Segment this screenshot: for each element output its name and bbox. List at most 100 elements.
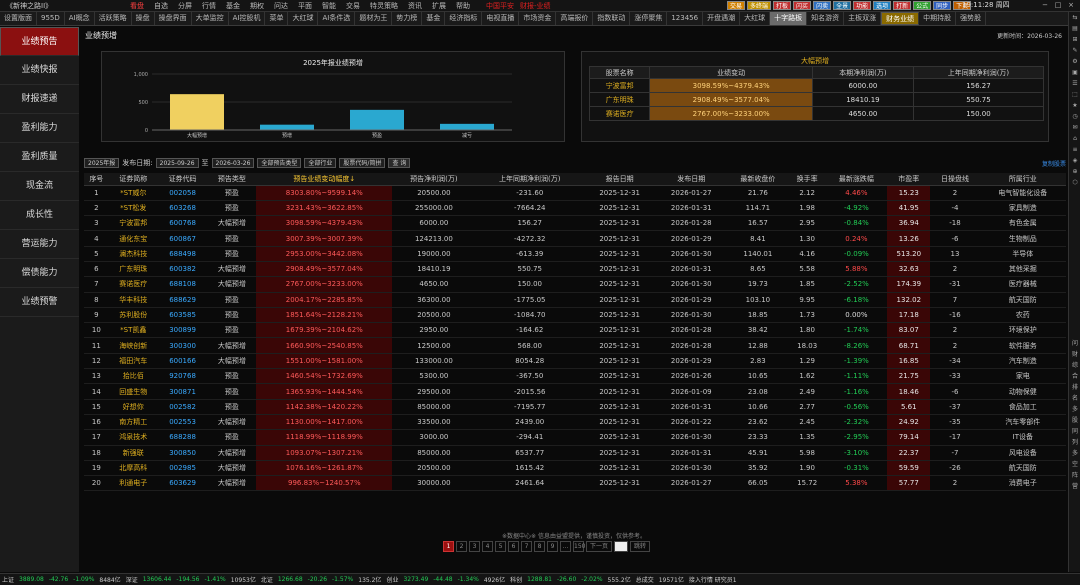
toolbar-icon[interactable]: ☰	[1069, 78, 1080, 89]
bar-预增[interactable]	[260, 124, 314, 130]
table-cell[interactable]: 鸿泉技术	[108, 429, 158, 446]
maximize-icon[interactable]: □	[1053, 1, 1063, 10]
column-header[interactable]: 最新涨跌幅	[825, 173, 888, 186]
table-row[interactable]: 广东明珠 2908.49%~3577.04% 18410.19 550.75	[588, 92, 1045, 107]
tab-item[interactable]: AI概念	[65, 12, 95, 25]
table-cell[interactable]: 好想你	[108, 399, 158, 415]
table-cell[interactable]: 华丰科技	[108, 292, 158, 308]
notice-text[interactable]: 中国平安	[486, 1, 514, 11]
period-select[interactable]: 2025年报	[84, 158, 120, 168]
sidebar-vertical-char[interactable]: 营	[1069, 481, 1080, 492]
table-cell[interactable]: *ST松发	[108, 200, 158, 217]
table-row[interactable]: 14 回盛生物 300871 预盈 1365.93%~1444.54% 29500.00-…	[84, 383, 1066, 400]
bar-预盈[interactable]	[350, 109, 404, 130]
column-header[interactable]: 上年同期净利润(万)	[912, 66, 1045, 79]
table-cell[interactable]: 688108	[157, 276, 208, 293]
sidebar-vertical-char[interactable]: 阵	[1069, 470, 1080, 481]
sidebar-vertical-char[interactable]: 股	[1069, 415, 1080, 426]
toolbar-icon[interactable]: ⬚	[1069, 89, 1080, 100]
table-row[interactable]: 4 通化东宝 600867 预盈 3007.39%~3007.39% 124213.00-…	[84, 230, 1066, 247]
toolbar-icon[interactable]: ▤	[1069, 23, 1080, 34]
sidebar-vertical-char[interactable]: 空	[1069, 459, 1080, 470]
sidebar-item[interactable]: 偿债能力	[0, 259, 79, 288]
column-header[interactable]: 业绩变动	[649, 66, 813, 79]
next-page-button[interactable]: 下一页	[586, 541, 613, 552]
tab-item[interactable]: 设置版面	[0, 12, 37, 25]
toolbar-tag[interactable]: 打板	[773, 1, 792, 10]
toolbar-icon[interactable]: ≡	[1069, 144, 1080, 155]
table-cell[interactable]: 宁波富邦	[108, 215, 158, 232]
table-cell[interactable]: 北摩高科	[108, 460, 158, 477]
toolbar-icon[interactable]: ⊞	[1069, 34, 1080, 45]
table-row[interactable]: 16 南方精工 002553 大幅预增 1130.00%~1417.00% 33500.0…	[84, 414, 1066, 431]
table-cell[interactable]: 688498	[157, 246, 208, 262]
sidebar-vertical-char[interactable]: 多	[1069, 404, 1080, 415]
type-select[interactable]: 全部预告类型	[257, 158, 302, 168]
toolbar-tag[interactable]: 同步	[933, 1, 952, 10]
toolbar-tag[interactable]: 公式	[913, 1, 932, 10]
sidebar-vertical-char[interactable]: 多	[1069, 448, 1080, 459]
table-row[interactable]: 8 华丰科技 688629 预盈 2004.17%~2285.85% 36300.00 -1…	[84, 292, 1066, 308]
table-row[interactable]: 6 广东明珠 600382 大幅预增 2908.49%~3577.04% 18410.19…	[84, 261, 1066, 278]
tab-item[interactable]: 主板双涨	[844, 12, 882, 25]
toolbar-icon[interactable]: ⚙	[1069, 56, 1080, 67]
tab-item[interactable]: 经济指标	[445, 12, 483, 25]
toolbar-icon[interactable]: ◈	[1069, 155, 1080, 166]
toolbar-icon[interactable]: ⬡	[1069, 177, 1080, 188]
column-header[interactable]: 证券代码	[157, 173, 208, 186]
menu-item[interactable]: 帮助	[456, 1, 470, 11]
tab-item[interactable]: 中期持股	[919, 12, 957, 25]
toolbar-tag[interactable]: 打新	[893, 1, 912, 10]
table-row[interactable]: 12 福田汽车 600166 大幅预增 1551.00%~1581.00% 133000.…	[84, 353, 1066, 370]
tab-item[interactable]: 涨停聚焦	[630, 12, 668, 25]
page-button[interactable]: 4	[482, 541, 493, 552]
toolbar-tag[interactable]: 多终端	[747, 1, 772, 10]
tab-item[interactable]: 电视直播	[482, 12, 520, 25]
table-row[interactable]: 3 宁波富邦 600768 大幅预增 3098.59%~4379.43% 6000.00 1…	[84, 215, 1066, 232]
table-cell[interactable]: *ST威尔	[108, 185, 158, 201]
table-cell[interactable]: 拾比佰	[108, 368, 158, 385]
table-cell[interactable]: 600867	[157, 230, 208, 247]
table-cell[interactable]: 300871	[157, 383, 208, 400]
page-button[interactable]: 9	[547, 541, 558, 552]
table-cell[interactable]: 688629	[157, 292, 208, 308]
toolbar-icon[interactable]: ✉	[1069, 122, 1080, 133]
table-cell[interactable]: 海峡创新	[108, 337, 158, 354]
sidebar-vertical-char[interactable]: 合	[1069, 371, 1080, 382]
column-header[interactable]: 所属行业	[979, 173, 1066, 186]
table-cell[interactable]: 福田汽车	[108, 353, 158, 370]
menu-item[interactable]: 问达	[274, 1, 288, 11]
menu-item[interactable]: 特灵策略	[370, 1, 398, 11]
sidebar-item[interactable]: 财报速递	[0, 85, 79, 114]
table-cell[interactable]: 688288	[157, 429, 208, 446]
code-input[interactable]: 股票代码/简拼	[339, 158, 386, 168]
toolbar-tag[interactable]: 全景	[833, 1, 852, 10]
tab-item[interactable]: 强势股	[956, 12, 987, 25]
sidebar-item[interactable]: 现金流	[0, 172, 79, 201]
tab-item[interactable]: 大红球	[288, 12, 319, 25]
page-button[interactable]: 3	[469, 541, 480, 552]
menu-item[interactable]: 交易	[346, 1, 360, 11]
table-cell[interactable]: 002553	[157, 414, 208, 431]
tab-item[interactable]: 基金	[422, 12, 446, 25]
tab-item[interactable]: 十字路板	[770, 12, 808, 25]
tab-item[interactable]: 123456	[667, 12, 704, 25]
bar-减亏[interactable]	[440, 123, 494, 130]
copy-stock-link[interactable]: 复制股票	[1042, 159, 1066, 168]
table-row[interactable]: 赛诺医疗 2767.00%~3233.00% 4650.00 150.00	[588, 106, 1045, 121]
table-cell[interactable]: 利通电子	[108, 475, 158, 492]
page-button[interactable]: 2	[456, 541, 467, 552]
tab-item[interactable]: 高端报价	[556, 12, 594, 25]
toolbar-tag[interactable]: 交易	[727, 1, 746, 10]
toolbar-icon[interactable]: ★	[1069, 100, 1080, 111]
page-button[interactable]: ...	[560, 541, 571, 552]
table-cell[interactable]: *ST凯鑫	[108, 322, 158, 339]
column-header[interactable]: 上年同期净利润(万)	[475, 173, 584, 186]
date-from-input[interactable]: 2025-09-26	[155, 158, 199, 168]
sidebar-item[interactable]: 成长性	[0, 201, 79, 230]
table-cell[interactable]: 002582	[157, 399, 208, 415]
table-cell[interactable]: 603629	[157, 475, 208, 492]
table-cell[interactable]: 300899	[157, 322, 208, 339]
toolbar-tag[interactable]: 闪卖	[813, 1, 832, 10]
close-icon[interactable]: ×	[1066, 1, 1076, 10]
